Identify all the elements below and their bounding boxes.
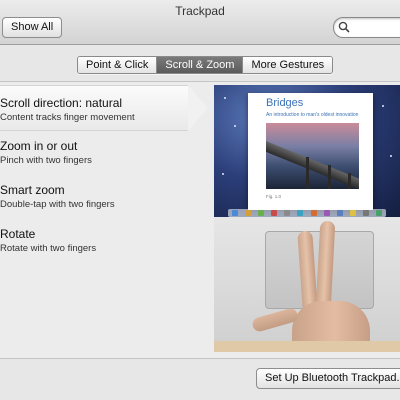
gesture-title: Zoom in or out — [0, 139, 78, 153]
preview-document: Bridges An introduction to man's oldest … — [248, 93, 373, 210]
preview-desktop: Bridges An introduction to man's oldest … — [214, 85, 400, 217]
gesture-list: Scroll direction: natural Content tracks… — [0, 82, 210, 358]
gesture-title: Rotate — [0, 227, 36, 241]
gesture-subtitle: Rotate with two fingers — [0, 243, 97, 254]
search-input[interactable] — [352, 19, 400, 34]
document-subtitle: An introduction to man's oldest innovati… — [266, 112, 359, 118]
tab-bar: Point & Click Scroll & Zoom More Gesture… — [77, 56, 334, 74]
gesture-item-smart-zoom[interactable]: Smart zoom Double-tap with two fingers — [0, 173, 188, 217]
trackpad-illustration — [214, 217, 400, 352]
gesture-subtitle: Pinch with two fingers — [0, 155, 92, 166]
search-field[interactable] — [333, 17, 400, 38]
document-title: Bridges — [266, 97, 304, 109]
gesture-item-scroll-direction[interactable]: Scroll direction: natural Content tracks… — [0, 85, 208, 131]
gesture-item-zoom[interactable]: Zoom in or out Pinch with two fingers — [0, 129, 188, 173]
setup-bluetooth-trackpad-button[interactable]: Set Up Bluetooth Trackpad... — [256, 368, 400, 389]
window-title: Trackpad — [175, 4, 225, 18]
show-all-button[interactable]: Show All — [2, 17, 63, 38]
tab-more-gestures[interactable]: More Gestures — [243, 57, 333, 73]
tab-scroll-and-zoom[interactable]: Scroll & Zoom — [157, 57, 244, 73]
gesture-subtitle: Double-tap with two fingers — [0, 199, 115, 210]
search-icon — [338, 21, 350, 33]
dock — [228, 209, 386, 217]
bridge-photo — [266, 123, 359, 189]
window-toolbar: Trackpad Show All — [0, 0, 400, 45]
gesture-title: Smart zoom — [0, 183, 65, 197]
desk-surface — [214, 341, 400, 352]
document-caption: Fig. 1.0 — [266, 194, 282, 199]
settings-panel: Scroll direction: natural Content tracks… — [0, 81, 400, 359]
gesture-preview: Bridges An introduction to man's oldest … — [214, 85, 400, 352]
gesture-title: Scroll direction: natural — [0, 96, 123, 110]
tab-point-and-click[interactable]: Point & Click — [78, 57, 158, 73]
gesture-item-rotate[interactable]: Rotate Rotate with two fingers — [0, 217, 188, 261]
gesture-subtitle: Content tracks finger movement — [0, 112, 135, 123]
